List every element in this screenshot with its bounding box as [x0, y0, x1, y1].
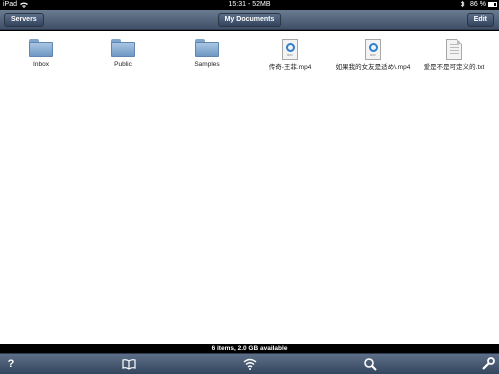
help-icon[interactable]: ?	[4, 357, 18, 371]
servers-button[interactable]: Servers	[4, 13, 44, 27]
icon-caption: MOV	[370, 54, 376, 57]
file-label: Samples	[194, 61, 220, 68]
status-bar: iPad 15:31 - 52MB 86 %	[0, 0, 499, 10]
navigation-bar: Servers My Documents Edit	[0, 10, 499, 30]
clock: 15:31 - 52MB	[228, 1, 271, 8]
file-item-samples[interactable]: Samples	[167, 39, 247, 69]
quicktime-video-icon: MOV	[282, 39, 298, 60]
file-label: 传奇-王菲.mp4	[268, 64, 312, 71]
settings-icon[interactable]	[481, 357, 495, 371]
search-icon[interactable]	[363, 357, 377, 371]
wifi-icon[interactable]	[243, 357, 257, 371]
file-label: Inbox	[33, 61, 49, 68]
quicktime-video-icon: MOV	[365, 39, 381, 60]
file-label: 如果我的女友是适め\.mp4	[335, 64, 411, 71]
storage-status: 6 items, 2.0 GB available	[0, 344, 499, 353]
file-browser: Inbox Public Samples MOV 传奇-王菲.mp4 MOV 如…	[0, 31, 499, 344]
file-item-video-2[interactable]: MOV 如果我的女友是适め\.mp4	[333, 39, 413, 72]
file-item-text[interactable]: 爱是不是可定义的.txt	[414, 39, 494, 72]
battery-icon	[488, 2, 497, 7]
file-item-public[interactable]: Public	[83, 39, 163, 69]
battery-percentage: 86 %	[470, 1, 486, 8]
file-label: Public	[114, 61, 132, 68]
bookmarks-icon[interactable]	[122, 357, 136, 371]
edit-button[interactable]: Edit	[466, 13, 494, 27]
file-label: 爱是不是可定义的.txt	[423, 64, 485, 71]
folder-icon	[111, 39, 135, 57]
text-document-icon	[446, 39, 462, 60]
page-title: My Documents	[217, 13, 282, 27]
folder-icon	[29, 39, 53, 57]
icon-caption: MOV	[287, 54, 293, 57]
file-item-inbox[interactable]: Inbox	[1, 39, 81, 69]
folder-icon	[195, 39, 219, 57]
file-item-video-1[interactable]: MOV 传奇-王菲.mp4	[250, 39, 330, 72]
bottom-toolbar: ?	[0, 353, 499, 374]
